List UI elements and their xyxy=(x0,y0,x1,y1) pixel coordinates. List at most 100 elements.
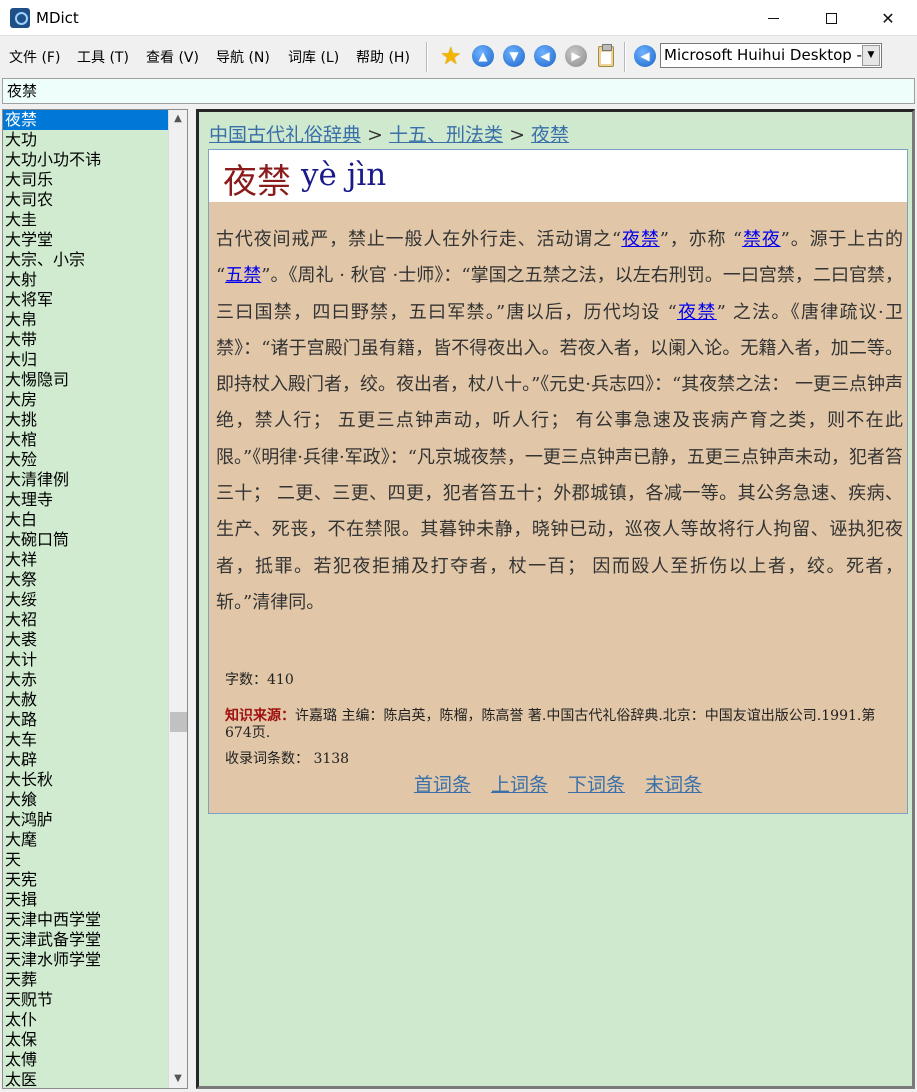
word-count: 字数：410 xyxy=(225,672,294,688)
word-list-item[interactable]: 天津武备学堂 xyxy=(3,930,168,950)
word-list-item[interactable]: 大麾 xyxy=(3,830,168,850)
breadcrumb-root-link[interactable]: 中国古代礼俗辞典 xyxy=(209,124,361,146)
word-list-item[interactable]: 天揖 xyxy=(3,890,168,910)
headword: 夜禁 xyxy=(223,162,291,202)
word-list-item[interactable]: 大袑 xyxy=(3,610,168,630)
word-list-item[interactable]: 天津中西学堂 xyxy=(3,910,168,930)
word-list-item[interactable]: 大长秋 xyxy=(3,770,168,790)
entry-card: 夜禁 yè jìn 古代夜间戒严，禁止一般人在外行走、活动谓之“夜禁”，亦称 “… xyxy=(208,149,908,814)
word-list-item[interactable]: 夜禁 xyxy=(3,110,168,130)
arrow-down-icon[interactable]: ▼ xyxy=(503,45,525,67)
word-list-item[interactable]: 太保 xyxy=(3,1030,168,1050)
word-list-item[interactable]: 大鸿胪 xyxy=(3,810,168,830)
word-list-item[interactable]: 天葬 xyxy=(3,970,168,990)
word-list-item[interactable]: 大圭 xyxy=(3,210,168,230)
source-citation: 知识来源：许嘉璐 主编：陈启英，陈榴，陈高誉 著.中国古代礼俗辞典.北京：中国友… xyxy=(225,708,895,742)
word-list-item[interactable]: 大计 xyxy=(3,650,168,670)
word-list-item[interactable]: 大路 xyxy=(3,710,168,730)
forward-icon[interactable]: ▶ xyxy=(565,45,587,67)
word-list-item[interactable]: 大挑 xyxy=(3,410,168,430)
word-list-item[interactable]: 太仆 xyxy=(3,1010,168,1030)
word-list-item[interactable]: 大碗口筒 xyxy=(3,530,168,550)
word-list-scrollbar[interactable]: ▲ ▼ xyxy=(168,110,187,1088)
close-icon: ✕ xyxy=(881,8,895,28)
word-list-item[interactable]: 大白 xyxy=(3,510,168,530)
word-list-item[interactable]: 大司农 xyxy=(3,190,168,210)
word-list-item[interactable]: 大裘 xyxy=(3,630,168,650)
voice-select[interactable]: Microsoft Huihui Desktop - ▼ xyxy=(660,43,882,68)
word-list-item[interactable]: 太傅 xyxy=(3,1050,168,1070)
next-entry-link[interactable]: 下词条 xyxy=(568,774,625,796)
word-list-item[interactable]: 大归 xyxy=(3,350,168,370)
word-list-item[interactable]: 大清律例 xyxy=(3,470,168,490)
menu-tools[interactable]: 工具 (T) xyxy=(77,47,129,67)
toolbar-separator xyxy=(426,42,428,72)
word-list-item[interactable]: 天贶节 xyxy=(3,990,168,1010)
scroll-down-icon[interactable]: ▼ xyxy=(169,1070,187,1088)
word-list-item[interactable]: 大殓 xyxy=(3,450,168,470)
first-entry-link[interactable]: 首词条 xyxy=(414,774,471,796)
definition-text: 古代夜间戒严，禁止一般人在外行走、活动谓之“夜禁”，亦称 “禁夜”。源于上古的 … xyxy=(216,222,903,621)
pinyin: yè jìn xyxy=(301,157,387,193)
word-list-item[interactable]: 大射 xyxy=(3,270,168,290)
menu-navigate[interactable]: 导航 (N) xyxy=(216,47,270,67)
word-list-item[interactable]: 大绥 xyxy=(3,590,168,610)
word-list-item[interactable]: 大功 xyxy=(3,130,168,150)
word-list-item[interactable]: 大惕隐司 xyxy=(3,370,168,390)
scroll-thumb[interactable] xyxy=(170,712,187,732)
title-bar: MDict ✕ xyxy=(0,0,917,36)
breadcrumb-category-link[interactable]: 十五、刑法类 xyxy=(389,124,503,146)
word-list-item[interactable]: 大功小功不讳 xyxy=(3,150,168,170)
word-list-item[interactable]: 大赦 xyxy=(3,690,168,710)
minimize-icon xyxy=(767,17,779,19)
breadcrumb-separator: > xyxy=(361,124,390,146)
word-list-item[interactable]: 天宪 xyxy=(3,870,168,890)
word-list-item[interactable]: 天津水师学堂 xyxy=(3,950,168,970)
word-list[interactable]: 夜禁 大功 大功小功不讳 大司乐 大司农 大圭 大学堂 大宗、小宗 大射 大将军 大帛 大带 大归 大惕隐… xyxy=(2,109,188,1089)
word-list-item[interactable]: 大棺 xyxy=(3,430,168,450)
menu-help[interactable]: 帮助 (H) xyxy=(356,47,410,67)
definition-segment: ”，亦称 “ xyxy=(659,229,743,250)
word-list-item[interactable]: 大祥 xyxy=(3,550,168,570)
word-list-item[interactable]: 大祭 xyxy=(3,570,168,590)
word-list-item[interactable]: 大飨 xyxy=(3,790,168,810)
word-list-item[interactable]: 大辟 xyxy=(3,750,168,770)
breadcrumb: 中国古代礼俗辞典 > 十五、刑法类 > 夜禁 xyxy=(209,120,569,147)
cross-ref-link[interactable]: 五禁 xyxy=(225,265,261,286)
minimize-button[interactable] xyxy=(744,0,802,36)
word-list-item[interactable]: 大将军 xyxy=(3,290,168,310)
star-icon[interactable]: ★ xyxy=(440,42,462,70)
word-list-item[interactable]: 大带 xyxy=(3,330,168,350)
entry-count: 收录词条数： 3138 xyxy=(225,751,350,767)
breadcrumb-separator: > xyxy=(503,124,532,146)
last-entry-link[interactable]: 末词条 xyxy=(645,774,702,796)
word-list-item[interactable]: 天 xyxy=(3,850,168,870)
maximize-button[interactable] xyxy=(802,0,860,36)
speaker-icon[interactable]: ◀ xyxy=(634,45,656,67)
close-button[interactable]: ✕ xyxy=(859,0,917,36)
word-list-item[interactable]: 太医 xyxy=(3,1070,168,1088)
cross-ref-link[interactable]: 禁夜 xyxy=(742,229,781,250)
word-list-item[interactable]: 大赤 xyxy=(3,670,168,690)
back-icon[interactable]: ◀ xyxy=(534,45,556,67)
word-list-item[interactable]: 大理寺 xyxy=(3,490,168,510)
scroll-up-icon[interactable]: ▲ xyxy=(169,110,187,128)
prev-entry-link[interactable]: 上词条 xyxy=(491,774,548,796)
cross-ref-link[interactable]: 夜禁 xyxy=(677,302,717,323)
breadcrumb-current-link[interactable]: 夜禁 xyxy=(531,124,569,146)
word-list-item[interactable]: 大宗、小宗 xyxy=(3,250,168,270)
word-list-item[interactable]: 大帛 xyxy=(3,310,168,330)
menu-file[interactable]: 文件 (F) xyxy=(9,47,60,67)
chevron-down-icon[interactable]: ▼ xyxy=(862,45,880,66)
menu-library[interactable]: 词库 (L) xyxy=(288,47,339,67)
word-list-item[interactable]: 大司乐 xyxy=(3,170,168,190)
search-input[interactable]: 夜禁 xyxy=(2,78,915,104)
clipboard-icon[interactable] xyxy=(598,44,614,67)
word-list-item[interactable]: 大车 xyxy=(3,730,168,750)
word-list-item[interactable]: 大房 xyxy=(3,390,168,410)
word-list-item[interactable]: 大学堂 xyxy=(3,230,168,250)
source-text: 许嘉璐 主编：陈启英，陈榴，陈高誉 著.中国古代礼俗辞典.北京：中国友谊出版公司… xyxy=(225,708,876,741)
arrow-up-icon[interactable]: ▲ xyxy=(472,45,494,67)
cross-ref-link[interactable]: 夜禁 xyxy=(621,229,660,250)
menu-view[interactable]: 查看 (V) xyxy=(146,47,199,67)
